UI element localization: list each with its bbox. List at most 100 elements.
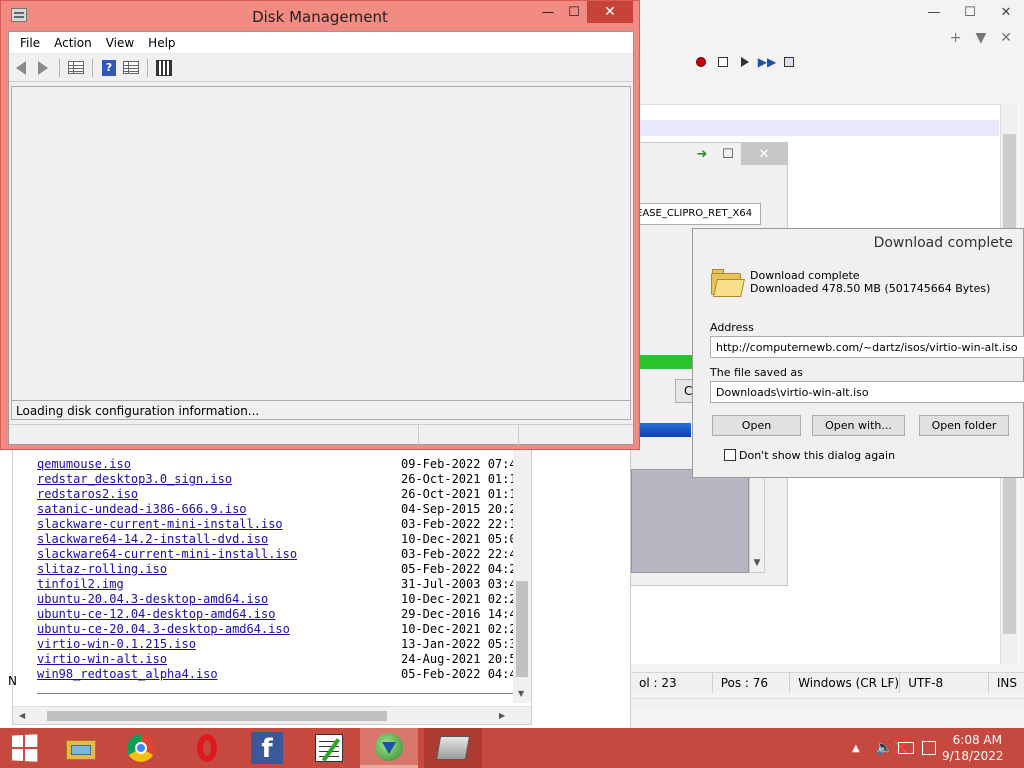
arrow-icon[interactable]: ➜ — [689, 143, 715, 165]
file-link[interactable]: qemumouse.iso — [37, 457, 131, 471]
file-link[interactable]: slitaz-rolling.iso — [37, 562, 167, 576]
maximize-icon[interactable]: ☐ — [715, 143, 741, 165]
list-item: qemumouse.iso 09-Feb-2022 07:4 — [37, 457, 517, 472]
minimize-icon[interactable]: — — [535, 1, 561, 23]
listing-vertical-scrollbar[interactable]: ▼ — [513, 441, 531, 703]
windows-logo-icon — [12, 734, 38, 762]
file-link[interactable]: ubuntu-20.04.3-desktop-amd64.iso — [37, 592, 268, 606]
taskbar-facebook[interactable]: f — [238, 728, 296, 768]
taskbar-disk-management[interactable] — [424, 728, 482, 768]
record-macro-icon[interactable] — [691, 52, 711, 72]
file-link[interactable]: redstar_desktop3.0_sign.iso — [37, 472, 232, 486]
segments-panel — [631, 469, 749, 573]
list-item: slackware64-14.2-install-dvd.iso 10-Dec-2… — [37, 532, 517, 547]
clock-date: 9/18/2022 — [942, 749, 1004, 763]
file-date: 03-Feb-2022 22:4 — [401, 547, 517, 561]
chevron-up-icon[interactable]: ▲ — [852, 743, 860, 754]
status-bar — [9, 424, 633, 445]
start-button[interactable] — [0, 728, 48, 768]
saved-as-field[interactable]: Downloads\virtio-win-alt.iso — [710, 381, 1024, 403]
show-hide-console-tree-icon[interactable] — [66, 58, 86, 78]
file-date: 10-Dec-2021 02:2 — [401, 622, 517, 636]
dont-show-label: Don't show this dialog again — [739, 449, 896, 462]
scroll-down-icon[interactable]: ▼ — [518, 689, 524, 698]
listing-horizontal-scrollbar[interactable]: ◀ ▶ — [13, 706, 531, 724]
plus-icon[interactable]: + — [950, 30, 962, 46]
help-icon[interactable]: ? — [99, 58, 119, 78]
disk-management-icon — [435, 736, 471, 760]
maximize-icon[interactable]: ☐ — [561, 1, 587, 23]
menu-view[interactable]: View — [99, 36, 141, 50]
dont-show-checkbox[interactable] — [724, 449, 736, 461]
file-link[interactable]: win98_redtoast_alpha4.iso — [37, 667, 218, 681]
file-link[interactable]: slackware64-current-mini-install.iso — [37, 547, 297, 561]
file-link[interactable]: ubuntu-ce-20.04.3-desktop-amd64.iso — [37, 622, 290, 636]
file-link[interactable]: redstaros2.iso — [37, 487, 138, 501]
close-icon[interactable]: ✕ — [741, 143, 787, 165]
editor-horizontal-scrollbar[interactable] — [631, 698, 1024, 710]
forward-arrow-icon[interactable] — [33, 58, 53, 78]
editor-window-controls: — ☐ ✕ — [916, 0, 1024, 26]
menu-bar: File Action View Help — [9, 32, 633, 54]
open-folder-button[interactable]: Open folder — [919, 415, 1009, 436]
file-link[interactable]: virtio-win-alt.iso — [37, 652, 167, 666]
taskbar-chrome[interactable] — [112, 728, 170, 768]
open-with-button[interactable]: Open with... — [812, 415, 905, 436]
close-icon[interactable]: ✕ — [1000, 30, 1012, 46]
taskbar-download-manager[interactable] — [360, 728, 418, 768]
editor-status-bar: ol : 23 Pos : 76 Windows (CR LF) UTF-8 I… — [631, 672, 1024, 693]
title-bar[interactable]: Disk Management — ☐ ✕ — [1, 1, 639, 31]
scrollbar-thumb[interactable] — [47, 711, 387, 721]
facebook-icon: f — [251, 732, 283, 764]
file-listing-window: qemumouse.iso 09-Feb-2022 07:4 redstar_des… — [12, 440, 532, 725]
editor-toolbar: ▶▶ — [631, 50, 1024, 74]
progress-bar — [635, 355, 695, 369]
downloaded-size-text: Downloaded 478.50 MB (501745664 Bytes) — [750, 282, 991, 295]
action-center-icon[interactable] — [922, 741, 936, 755]
list-item: virtio-win-alt.iso 24-Aug-2021 20:5 — [37, 652, 517, 667]
minimize-icon[interactable]: — — [916, 0, 952, 24]
menu-action[interactable]: Action — [47, 36, 99, 50]
taskbar-notepad[interactable] — [300, 728, 358, 768]
toolbar-separator — [92, 58, 93, 77]
network-icon[interactable] — [898, 742, 914, 754]
close-icon[interactable]: ✕ — [988, 0, 1024, 24]
list-item: ubuntu-20.04.3-desktop-amd64.iso 10-Dec-2… — [37, 592, 517, 607]
back-arrow-icon[interactable] — [11, 58, 31, 78]
fast-forward-icon[interactable]: ▶▶ — [757, 52, 777, 72]
file-name-field[interactable]: EASE_CLIPRO_RET_X64 — [631, 203, 761, 225]
clock[interactable]: 6:08 AM 9/18/2022 — [942, 732, 1004, 764]
stop-icon[interactable] — [713, 52, 733, 72]
menu-help[interactable]: Help — [141, 36, 182, 50]
file-link[interactable]: tinfoil2.img — [37, 577, 124, 591]
scroll-left-icon[interactable]: ◀ — [19, 711, 25, 720]
menu-file[interactable]: File — [13, 36, 47, 50]
file-date: 04-Sep-2015 20:2 — [401, 502, 517, 516]
properties-icon[interactable] — [121, 58, 141, 78]
file-link[interactable]: virtio-win-0.1.215.iso — [37, 637, 196, 651]
chevron-down-icon[interactable]: ▼ — [975, 30, 986, 46]
scroll-right-icon[interactable]: ▶ — [499, 711, 505, 720]
notepad-icon — [315, 734, 343, 762]
address-field[interactable]: http://computernewb.com/~dartz/isos/virt… — [710, 336, 1024, 358]
taskbar-file-explorer[interactable] — [52, 728, 110, 768]
open-button[interactable]: Open — [712, 415, 801, 436]
console-icon[interactable] — [154, 58, 174, 78]
taskbar-opera[interactable] — [178, 728, 236, 768]
play-icon[interactable] — [735, 52, 755, 72]
save-macro-icon[interactable] — [779, 52, 799, 72]
scroll-down-icon[interactable]: ▼ — [749, 469, 765, 573]
file-link[interactable]: slackware-current-mini-install.iso — [37, 517, 283, 531]
file-date: 10-Dec-2021 05:0 — [401, 532, 517, 546]
file-date: 31-Jul-2003 03:4 — [401, 577, 517, 591]
scrollbar-thumb[interactable] — [516, 581, 528, 677]
maximize-icon[interactable]: ☐ — [952, 0, 988, 24]
file-link[interactable]: satanic-undead-i386-666.9.iso — [37, 502, 247, 516]
close-button[interactable]: ✕ — [587, 1, 633, 23]
address-label: Address — [710, 321, 754, 334]
tab-controls: + ▼ ✕ — [950, 30, 1012, 46]
file-link[interactable]: slackware64-14.2-install-dvd.iso — [37, 532, 268, 546]
file-link[interactable]: ubuntu-ce-12.04-desktop-amd64.iso — [37, 607, 275, 621]
taskbar: f ▲ 🔈❌ 6:08 AM 9/18/2022 — [0, 728, 1024, 768]
status-section — [9, 425, 419, 445]
